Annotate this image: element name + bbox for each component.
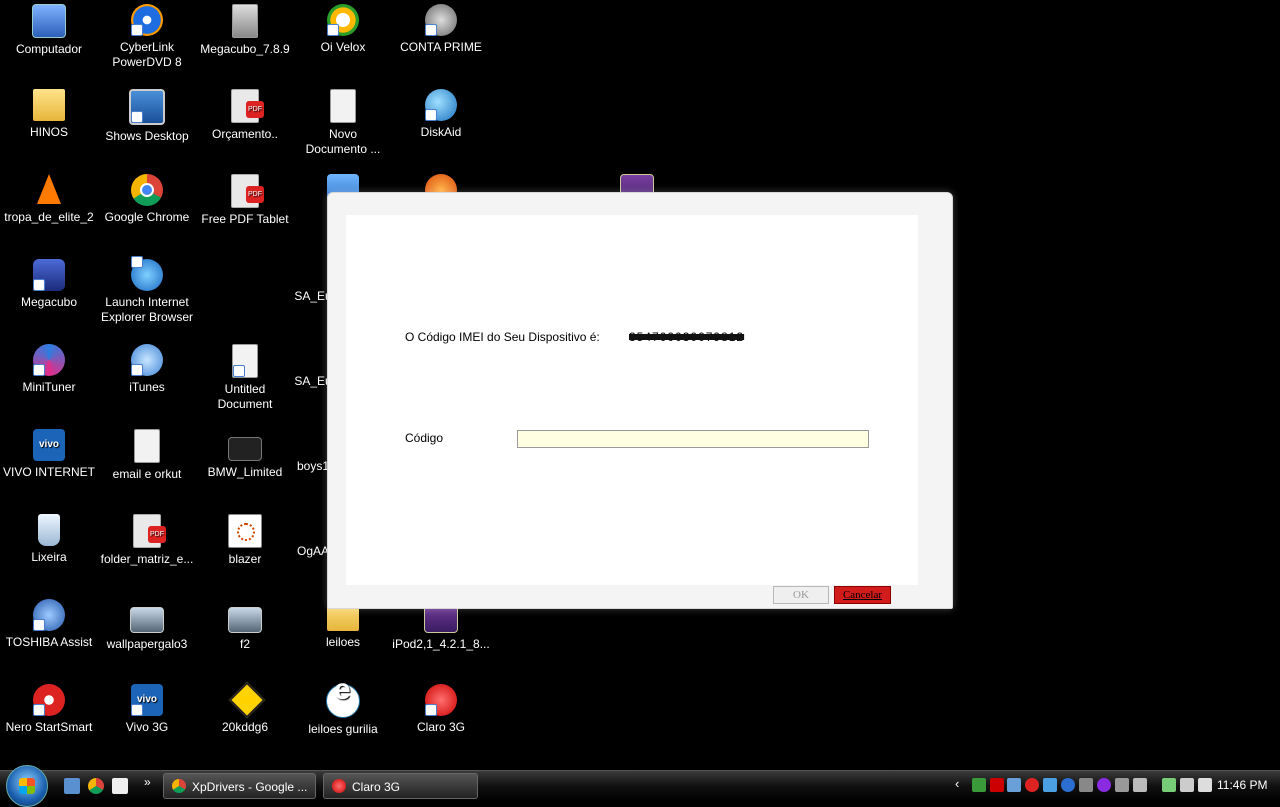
desktop-icon-megacubo-789[interactable]: Megacubo_7.8.9 [196, 4, 294, 57]
itunes-icon [131, 344, 163, 376]
nero-icon [33, 684, 65, 716]
document-icon[interactable] [112, 778, 128, 794]
desktop-icon-computador[interactable]: Computador [0, 4, 98, 57]
powerdvd-icon [131, 4, 163, 36]
vlc-cone-icon [33, 174, 65, 206]
folder-icon [33, 89, 65, 121]
desktop-icon-orcamento[interactable]: Orçamento.. [196, 89, 294, 142]
chrome-icon [172, 779, 186, 793]
recycle-bin-icon [38, 514, 60, 546]
vivo-icon: vivo [131, 684, 163, 716]
desktop-icon-nero[interactable]: Nero StartSmart [0, 684, 98, 735]
tray-expand-icon[interactable]: ‹ [955, 776, 959, 791]
dialog-content: O Código IMEI do Seu Dispositivo é: 3547… [346, 215, 918, 585]
imei-label: O Código IMEI do Seu Dispositivo é: [405, 330, 600, 344]
desktop-icon-diskaid[interactable]: DiskAid [392, 89, 490, 140]
security-tray-icon[interactable] [1025, 778, 1039, 792]
desktop-icon-f2[interactable]: f2 [196, 599, 294, 652]
toshiba-assist-icon [33, 599, 65, 631]
display-tray-icon[interactable] [1115, 778, 1129, 792]
desktop-icon-lixeira[interactable]: Lixeira [0, 514, 98, 565]
desktop-icon-ie[interactable]: Launch Internet Explorer Browser [98, 256, 196, 325]
taskbar: » XpDrivers - Google ... Claro 3G ‹ 11:4… [0, 765, 1280, 807]
pdf-icon [231, 174, 264, 208]
image-file-icon [130, 607, 164, 633]
printer-tray-icon[interactable] [1133, 778, 1147, 792]
ati-tray-icon[interactable] [990, 778, 1004, 792]
pdf-icon [133, 514, 166, 548]
diskaid-icon [425, 89, 457, 121]
user-tray-icon[interactable] [1007, 778, 1021, 792]
desktop-icon-shows-desktop[interactable]: Shows Desktop [98, 89, 196, 144]
show-desktop-icon[interactable] [64, 778, 80, 794]
codigo-label: Código [405, 431, 444, 445]
desktop-icon-conta-prime[interactable]: CONTA PRIME [392, 4, 490, 55]
car-image-icon [228, 437, 262, 461]
desktop-icon-chrome[interactable]: Google Chrome [98, 174, 196, 225]
desktop-icon-oi-velox[interactable]: Oi Velox [294, 4, 392, 55]
document-icon [232, 344, 258, 378]
desktop-icon-vivo-internet[interactable]: vivo VIVO INTERNET [0, 429, 98, 480]
taskbar-item-claro-3g[interactable]: Claro 3G [323, 773, 478, 799]
chrome-icon[interactable] [88, 778, 104, 794]
desktop-icon-toshiba[interactable]: TOSHIBA Assist [0, 599, 98, 650]
desktop-icon-email-orkut[interactable]: email e orkut [98, 429, 196, 482]
desktop-icon-tropa[interactable]: tropa_de_elite_2 [0, 174, 98, 225]
desktop-icon-novo-documento[interactable]: Novo Documento ... [294, 89, 392, 157]
internet-explorer-icon [131, 256, 163, 291]
taskbar-item-xpdrivers[interactable]: XpDrivers - Google ... [163, 773, 316, 799]
desktop-icon-powerdvd[interactable]: CyberLink PowerDVD 8 [98, 4, 196, 70]
oi-velox-icon [327, 4, 359, 36]
media-tray-icon[interactable] [1097, 778, 1111, 792]
warning-sign-icon [229, 684, 261, 716]
imei-value: 354700030079812 [629, 330, 745, 344]
claro-icon [332, 779, 346, 793]
desktop-icon-leiloes-gurilia[interactable]: leiloes gurilia [294, 682, 392, 737]
desktop-icon-wallpapergalo3[interactable]: wallpapergalo3 [98, 599, 196, 652]
blazer-icon [228, 514, 262, 548]
quick-launch-chevron-icon[interactable]: » [144, 775, 151, 789]
desktop-icon-megacubo[interactable]: Megacubo [0, 259, 98, 310]
desktop-icon-claro-3g[interactable]: Claro 3G [392, 684, 490, 735]
chrome-icon [131, 174, 163, 206]
text-document-icon [330, 89, 356, 123]
volume-tray-icon[interactable] [1198, 778, 1212, 792]
pdf-icon [231, 89, 264, 123]
desktop-icon-blazer[interactable]: blazer [196, 514, 294, 567]
app-tray-icon[interactable] [1079, 778, 1093, 792]
megacubo-icon [33, 259, 65, 291]
power-tray-icon[interactable] [1162, 778, 1176, 792]
desktop-icon-vivo-3g[interactable]: vivo Vivo 3G [98, 684, 196, 735]
minituner-icon [33, 344, 65, 376]
imei-dialog: O Código IMEI do Seu Dispositivo é: 3547… [327, 192, 953, 609]
ok-button[interactable]: OK [773, 586, 829, 604]
computer-icon [32, 4, 66, 38]
claro-icon [425, 684, 457, 716]
desktop-icon-itunes[interactable]: iTunes [98, 344, 196, 395]
desktop-icon-20kddg6[interactable]: 20kddg6 [196, 684, 294, 735]
monitor-icon [129, 89, 165, 125]
desktop-icon-minituner[interactable]: MiniTuner [0, 344, 98, 395]
taskbar-clock[interactable]: 11:46 PM [1217, 778, 1267, 792]
vivo-icon: vivo [33, 429, 65, 461]
conta-prime-icon [425, 4, 457, 36]
desktop-icon-free-pdf[interactable]: Free PDF Tablet [196, 174, 294, 227]
text-document-icon [134, 429, 160, 463]
device-tray-icon[interactable] [1043, 778, 1057, 792]
web-shortcut-icon [326, 682, 360, 718]
start-button[interactable] [6, 765, 48, 807]
installer-icon [232, 4, 258, 38]
desktop-icon-hinos[interactable]: HINOS [0, 89, 98, 140]
bluetooth-tray-icon[interactable] [1061, 778, 1075, 792]
network-tray-icon[interactable] [972, 778, 986, 792]
network-status-tray-icon[interactable] [1180, 778, 1194, 792]
desktop-icon-folder-matriz[interactable]: folder_matriz_e... [98, 514, 196, 567]
cancel-button[interactable]: Cancelar [834, 586, 891, 604]
codigo-input[interactable] [517, 430, 869, 448]
image-file-icon [228, 607, 262, 633]
